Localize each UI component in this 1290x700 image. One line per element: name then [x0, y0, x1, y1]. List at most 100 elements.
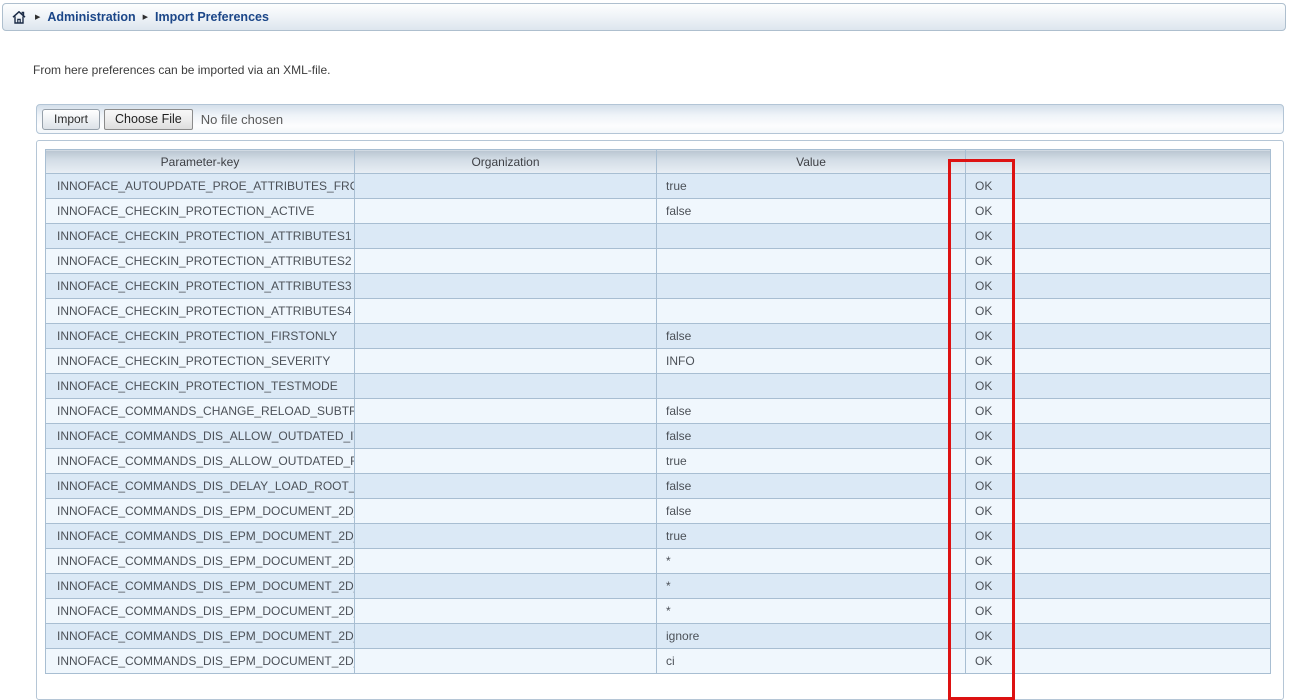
table-row[interactable]: INNOFACE_COMMANDS_CHANGE_RELOAD_SUBTREEf…: [46, 399, 1271, 424]
intro-text: From here preferences can be imported vi…: [33, 63, 330, 77]
cell-status: OK: [966, 624, 1271, 649]
breadcrumb: ▶ Administration ▶ Import Preferences: [2, 3, 1286, 31]
cell-value: ignore: [657, 624, 966, 649]
cell-org: [355, 449, 657, 474]
cell-value: INFO: [657, 349, 966, 374]
cell-key: INNOFACE_COMMANDS_CHANGE_RELOAD_SUBTREE: [46, 399, 355, 424]
cell-key: INNOFACE_CHECKIN_PROTECTION_FIRSTONLY: [46, 324, 355, 349]
cell-key: INNOFACE_COMMANDS_DIS_ALLOW_OUTDATED_ITE…: [46, 424, 355, 449]
table-row[interactable]: INNOFACE_CHECKIN_PROTECTION_ATTRIBUTES1 O…: [46, 224, 1271, 249]
cell-org: [355, 274, 657, 299]
table-row[interactable]: INNOFACE_COMMANDS_DIS_ALLOW_OUTDATED_ITE…: [46, 424, 1271, 449]
cell-org: [355, 649, 657, 674]
table-row[interactable]: INNOFACE_CHECKIN_PROTECTION_FIRSTONLY fal…: [46, 324, 1271, 349]
cell-org: [355, 349, 657, 374]
cell-org: [355, 549, 657, 574]
cell-value: true: [657, 524, 966, 549]
table-header-row: Parameter-keyOrganizationValue: [46, 150, 1271, 174]
cell-org: [355, 324, 657, 349]
cell-org: [355, 399, 657, 424]
cell-status: OK: [966, 574, 1271, 599]
table-row[interactable]: INNOFACE_CHECKIN_PROTECTION_ATTRIBUTES4 O…: [46, 299, 1271, 324]
cell-key: INNOFACE_CHECKIN_PROTECTION_SEVERITY: [46, 349, 355, 374]
cell-value: [657, 249, 966, 274]
cell-org: [355, 424, 657, 449]
cell-status: OK: [966, 599, 1271, 624]
cell-status: OK: [966, 524, 1271, 549]
cell-status: OK: [966, 399, 1271, 424]
cell-org: [355, 199, 657, 224]
table-row[interactable]: INNOFACE_COMMANDS_DIS_EPM_DOCUMENT_2D_C1…: [46, 599, 1271, 624]
table-row[interactable]: INNOFACE_CHECKIN_PROTECTION_ATTRIBUTES3 O…: [46, 274, 1271, 299]
cell-key: INNOFACE_COMMANDS_DIS_EPM_DOCUMENT_2D_C1…: [46, 599, 355, 624]
cell-status: OK: [966, 249, 1271, 274]
cell-org: [355, 574, 657, 599]
import-button[interactable]: Import: [42, 109, 100, 130]
preferences-table: Parameter-keyOrganizationValue INNOFACE_…: [45, 149, 1271, 674]
cell-status: OK: [966, 349, 1271, 374]
cell-value: false: [657, 499, 966, 524]
cell-org: [355, 499, 657, 524]
table-row[interactable]: INNOFACE_CHECKIN_PROTECTION_ATTRIBUTES2 O…: [46, 249, 1271, 274]
cell-status: OK: [966, 449, 1271, 474]
cell-org: [355, 524, 657, 549]
cell-value: [657, 274, 966, 299]
cell-key: INNOFACE_COMMANDS_DIS_EPM_DOCUMENT_2D_C2: [46, 649, 355, 674]
cell-status: OK: [966, 649, 1271, 674]
cell-org: [355, 474, 657, 499]
choose-file-button[interactable]: Choose File: [104, 109, 193, 130]
cell-key: INNOFACE_COMMANDS_DIS_EPM_DOCUMENT_2D_C1…: [46, 574, 355, 599]
table-row[interactable]: INNOFACE_CHECKIN_PROTECTION_TESTMODEOK: [46, 374, 1271, 399]
cell-value: true: [657, 174, 966, 199]
cell-status: OK: [966, 199, 1271, 224]
column-header: Parameter-key: [46, 150, 355, 174]
cell-key: INNOFACE_CHECKIN_PROTECTION_ATTRIBUTES3: [46, 274, 355, 299]
table-row[interactable]: INNOFACE_CHECKIN_PROTECTION_ACTIVE falseO…: [46, 199, 1271, 224]
cell-status: OK: [966, 499, 1271, 524]
cell-value: false: [657, 474, 966, 499]
cell-org: [355, 174, 657, 199]
cell-status: OK: [966, 324, 1271, 349]
cell-status: OK: [966, 274, 1271, 299]
cell-status: OK: [966, 374, 1271, 399]
cell-value: [657, 224, 966, 249]
cell-value: ci: [657, 649, 966, 674]
table-row[interactable]: INNOFACE_AUTOUPDATE_PROE_ATTRIBUTES_FROM…: [46, 174, 1271, 199]
cell-org: [355, 224, 657, 249]
breadcrumb-item-import-preferences[interactable]: Import Preferences: [155, 10, 269, 24]
table-row[interactable]: INNOFACE_COMMANDS_DIS_EPM_DOCUMENT_2D_C1…: [46, 624, 1271, 649]
cell-key: INNOFACE_AUTOUPDATE_PROE_ATTRIBUTES_FROM…: [46, 174, 355, 199]
cell-key: INNOFACE_COMMANDS_DIS_EPM_DOCUMENT_2D_C1…: [46, 549, 355, 574]
cell-key: INNOFACE_COMMANDS_DIS_EPM_DOCUMENT_2D_C1…: [46, 624, 355, 649]
cell-status: OK: [966, 299, 1271, 324]
cell-value: false: [657, 199, 966, 224]
table-row[interactable]: INNOFACE_COMMANDS_DIS_EPM_DOCUMENT_2D_C0…: [46, 499, 1271, 524]
cell-status: OK: [966, 224, 1271, 249]
cell-key: INNOFACE_CHECKIN_PROTECTION_ACTIVE: [46, 199, 355, 224]
cell-key: INNOFACE_COMMANDS_DIS_EPM_DOCUMENT_2D_C1: [46, 524, 355, 549]
table-row[interactable]: INNOFACE_COMMANDS_DIS_EPM_DOCUMENT_2D_C1…: [46, 549, 1271, 574]
table-row[interactable]: INNOFACE_COMMANDS_DIS_ALLOW_OUTDATED_REV…: [46, 449, 1271, 474]
cell-org: [355, 299, 657, 324]
cell-org: [355, 374, 657, 399]
home-icon[interactable]: [12, 10, 28, 24]
cell-key: INNOFACE_COMMANDS_DIS_EPM_DOCUMENT_2D_C0: [46, 499, 355, 524]
cell-value: [657, 374, 966, 399]
breadcrumb-item-administration[interactable]: Administration: [47, 10, 135, 24]
cell-value: false: [657, 324, 966, 349]
table-row[interactable]: INNOFACE_COMMANDS_DIS_EPM_DOCUMENT_2D_C1…: [46, 574, 1271, 599]
table-row[interactable]: INNOFACE_COMMANDS_DIS_EPM_DOCUMENT_2D_C1…: [46, 524, 1271, 549]
breadcrumb-arrow-icon: ▶: [143, 14, 148, 21]
cell-value: *: [657, 549, 966, 574]
cell-org: [355, 624, 657, 649]
preferences-table-panel: Parameter-keyOrganizationValue INNOFACE_…: [36, 140, 1284, 700]
cell-key: INNOFACE_CHECKIN_PROTECTION_ATTRIBUTES1: [46, 224, 355, 249]
cell-key: INNOFACE_CHECKIN_PROTECTION_ATTRIBUTES4: [46, 299, 355, 324]
column-header: [966, 150, 1271, 174]
cell-value: [657, 299, 966, 324]
table-row[interactable]: INNOFACE_COMMANDS_DIS_DELAY_LOAD_ROOT_RE…: [46, 474, 1271, 499]
cell-key: INNOFACE_CHECKIN_PROTECTION_ATTRIBUTES2: [46, 249, 355, 274]
table-row[interactable]: INNOFACE_COMMANDS_DIS_EPM_DOCUMENT_2D_C2…: [46, 649, 1271, 674]
table-row[interactable]: INNOFACE_CHECKIN_PROTECTION_SEVERITY INFO…: [46, 349, 1271, 374]
cell-org: [355, 599, 657, 624]
